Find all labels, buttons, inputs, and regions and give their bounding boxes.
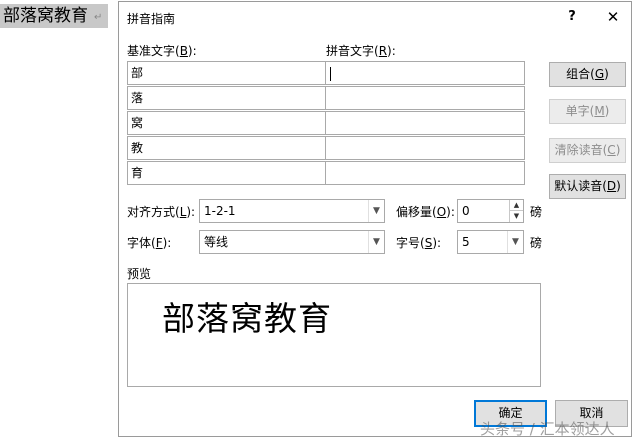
chevron-down-icon[interactable]: ▼ (368, 231, 384, 253)
close-button[interactable]: ✕ (601, 5, 625, 29)
offset-label: 偏移量(O): (396, 205, 455, 219)
base-text-cell[interactable]: 教 (127, 136, 326, 160)
pinyin-text-cell[interactable] (325, 136, 525, 160)
base-text-cell[interactable]: 窝 (127, 111, 326, 135)
single-char-button[interactable]: 单字(M) (549, 99, 626, 124)
document-text[interactable]: 部落窝教育 (0, 4, 108, 28)
spin-up-icon[interactable]: ▲ (509, 200, 523, 211)
chevron-down-icon[interactable]: ▼ (368, 200, 384, 222)
watermark: 头条号 / 汇本领达人 (480, 420, 615, 438)
chevron-down-icon[interactable]: ▼ (507, 231, 523, 253)
grid-row: 育 (127, 161, 525, 185)
phonetic-guide-dialog: 拼音指南 ? ✕ 基准文字(B): 拼音文字(R): 部 落 窝 教 育 组合(… (118, 1, 632, 437)
size-label: 字号(S): (396, 236, 442, 250)
paragraph-mark-icon: ↵ (94, 12, 103, 23)
grid-row: 窝 (127, 111, 525, 135)
preview-text: 部落窝教育 (162, 299, 332, 338)
offset-spinner[interactable]: 0 ▲ ▼ (457, 199, 524, 223)
base-text-cell[interactable]: 部 (127, 61, 326, 85)
help-button[interactable]: ? (561, 5, 583, 29)
clear-reading-button[interactable]: 清除读音(C) (549, 138, 626, 163)
base-text-cell[interactable]: 育 (127, 161, 326, 185)
font-label: 字体(F): (127, 236, 172, 250)
pinyin-text-label: 拼音文字(R): (326, 44, 396, 58)
grid-row: 落 (127, 86, 525, 110)
alignment-select[interactable]: 1-2-1 ▼ (199, 199, 385, 223)
text-caret (330, 66, 331, 81)
offset-unit: 磅 (530, 205, 543, 219)
size-unit: 磅 (530, 236, 543, 250)
grid-row: 教 (127, 136, 525, 160)
base-text-label: 基准文字(B): (127, 44, 197, 58)
offset-value: 0 (462, 204, 470, 218)
dialog-title: 拼音指南 (127, 12, 176, 26)
font-value: 等线 (204, 235, 229, 249)
size-select[interactable]: 5 ▼ (457, 230, 524, 254)
size-value: 5 (462, 235, 470, 249)
document-text-content: 部落窝教育 (3, 6, 88, 26)
font-select[interactable]: 等线 ▼ (199, 230, 385, 254)
pinyin-text-cell[interactable] (325, 86, 525, 110)
pinyin-text-cell[interactable] (325, 111, 525, 135)
preview-label: 预览 (127, 267, 152, 281)
alignment-label: 对齐方式(L): (127, 205, 196, 219)
grid-row: 部 (127, 61, 525, 85)
default-reading-button[interactable]: 默认读音(D) (549, 174, 626, 199)
base-text-cell[interactable]: 落 (127, 86, 326, 110)
group-button[interactable]: 组合(G) (549, 62, 626, 87)
pinyin-text-cell[interactable] (325, 61, 525, 85)
pinyin-text-cell[interactable] (325, 161, 525, 185)
alignment-value: 1-2-1 (204, 204, 236, 218)
dialog-titlebar: 拼音指南 ? ✕ (119, 2, 631, 32)
preview-box: 部落窝教育 (127, 283, 541, 387)
spin-down-icon[interactable]: ▼ (509, 211, 523, 222)
text-grid: 部 落 窝 教 育 (127, 61, 525, 185)
